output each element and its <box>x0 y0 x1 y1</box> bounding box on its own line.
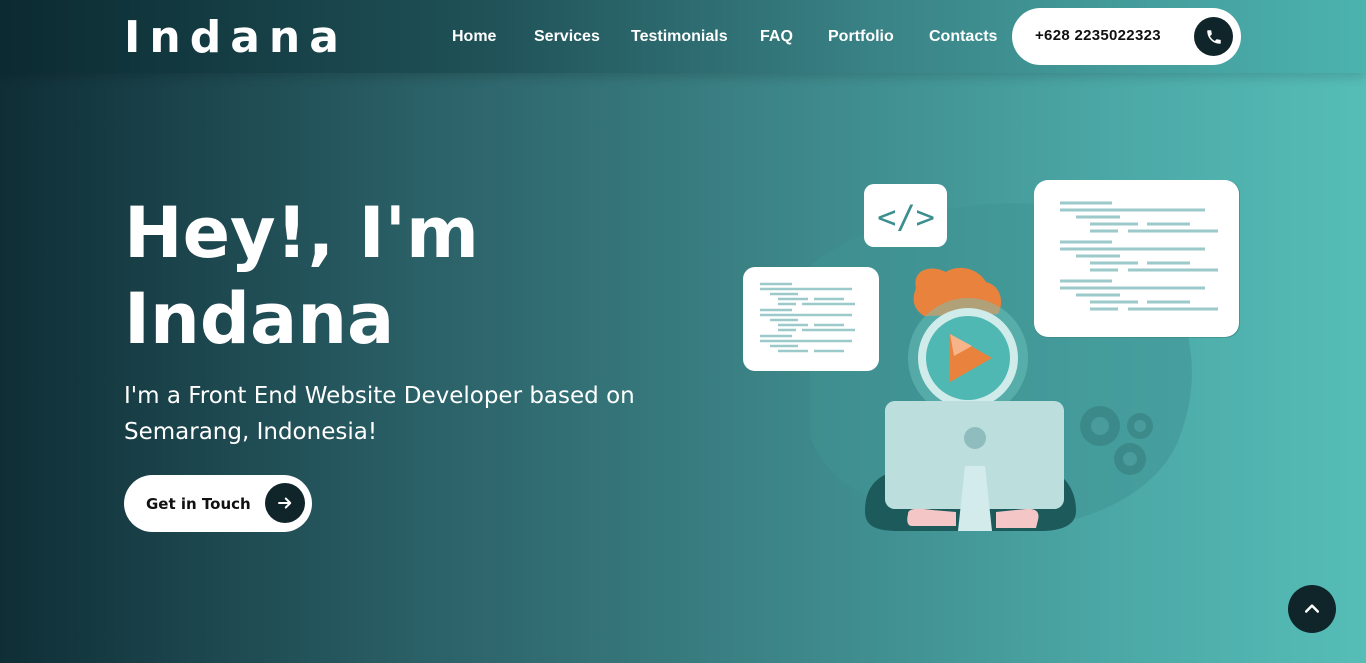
site-logo[interactable]: Indana <box>124 12 348 63</box>
scroll-to-top-button[interactable] <box>1288 585 1336 633</box>
phone-number[interactable]: +628 2235022323 <box>1035 27 1161 44</box>
nav-contacts[interactable]: Contacts <box>929 28 997 46</box>
nav-portfolio[interactable]: Portfolio <box>828 28 894 46</box>
phone-icon[interactable] <box>1194 17 1233 56</box>
get-in-touch-button[interactable]: Get in Touch <box>124 475 312 532</box>
nav-home[interactable]: Home <box>452 28 496 46</box>
hero-title-line2: Indana <box>124 278 395 360</box>
top-navbar: Indana Home Services Testimonials FAQ Po… <box>0 0 1366 73</box>
hero-title-line1: Hey!, I'm <box>124 192 479 274</box>
hero-subtitle: I'm a Front End Website Developer based … <box>124 383 635 445</box>
code-tag-text: </> <box>877 198 935 236</box>
nav-services[interactable]: Services <box>534 28 600 46</box>
get-in-touch-label: Get in Touch <box>146 495 251 513</box>
phone-contact-pill[interactable]: +628 2235022323 <box>1012 8 1241 65</box>
nav-faq[interactable]: FAQ <box>760 28 793 46</box>
nav-testimonials[interactable]: Testimonials <box>631 28 728 46</box>
arrow-right-icon <box>265 483 305 523</box>
hero-title: Hey!, I'm Indana <box>124 190 644 362</box>
developer-illustration: </> <box>740 176 1245 541</box>
chevron-up-icon <box>1304 604 1320 613</box>
